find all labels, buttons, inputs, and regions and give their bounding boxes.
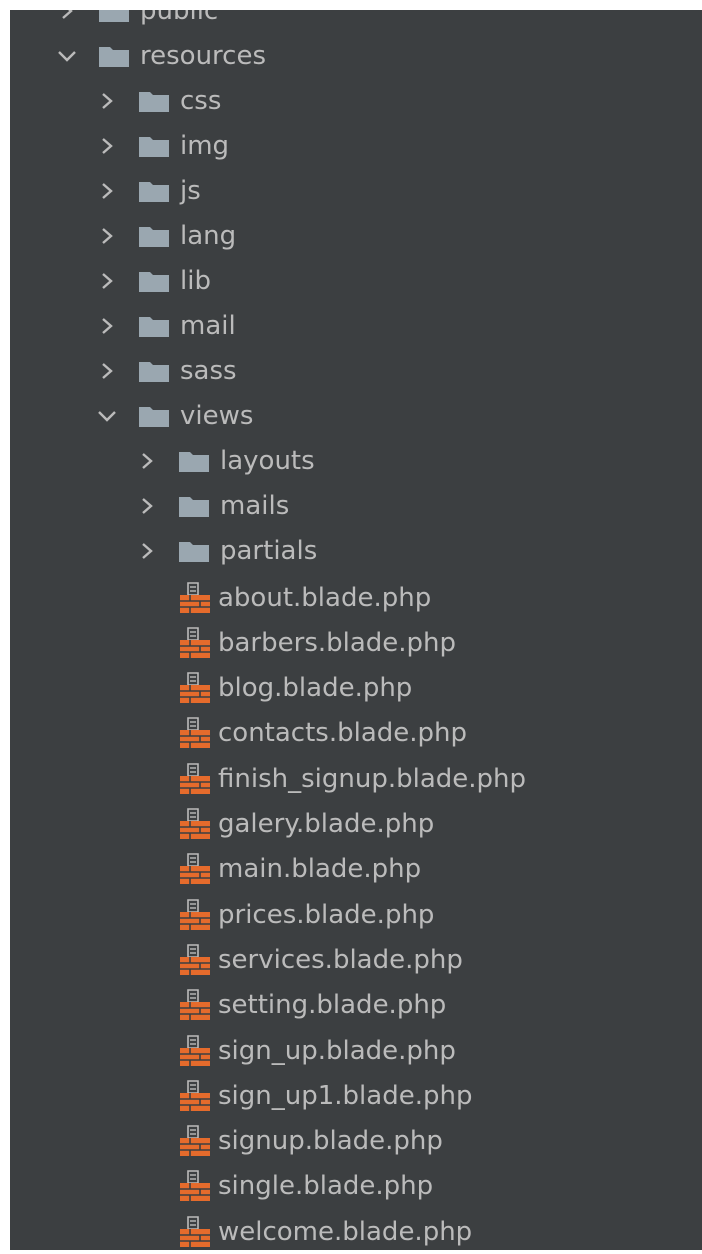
blade-file-icon: [178, 852, 212, 886]
folder-icon: [178, 494, 210, 518]
tree-item-label: layouts: [220, 445, 315, 476]
folder-icon: [178, 539, 210, 563]
tree-item-label: welcome.blade.php: [218, 1216, 473, 1247]
project-tree-panel: public resources css img js lang lib mai…: [10, 10, 702, 1250]
chevron-right-icon[interactable]: [96, 315, 118, 337]
tree-row-file[interactable]: signup.blade.php: [10, 1119, 702, 1164]
tree-item-label: main.blade.php: [218, 854, 422, 885]
folder-icon: [98, 44, 130, 68]
chevron-right-icon[interactable]: [96, 225, 118, 247]
tree-row-file[interactable]: single.blade.php: [10, 1164, 702, 1209]
tree-item-label: sign_up.blade.php: [218, 1035, 456, 1066]
folder-icon: [138, 404, 170, 428]
folder-icon: [138, 179, 170, 203]
folder-icon: [138, 89, 170, 113]
tree-item-label: blog.blade.php: [218, 673, 413, 704]
tree-item-label: about.blade.php: [218, 582, 432, 613]
tree-row-mails[interactable]: mails: [10, 483, 702, 528]
blade-file-icon: [178, 1124, 212, 1158]
chevron-right-icon[interactable]: [96, 90, 118, 112]
chevron-right-icon[interactable]: [136, 495, 158, 517]
blade-file-icon: [178, 581, 212, 615]
tree-item-label: sass: [180, 355, 237, 386]
tree-row-file[interactable]: sign_up1.blade.php: [10, 1073, 702, 1118]
tree-row-public[interactable]: public: [10, 10, 702, 33]
tree-item-label: mail: [180, 310, 236, 341]
blade-file-icon: [178, 716, 212, 750]
blade-file-icon: [178, 1034, 212, 1068]
tree-item-label: js: [180, 175, 201, 206]
tree-item-label: img: [180, 130, 230, 161]
blade-file-icon: [178, 988, 212, 1022]
tree-row-file[interactable]: galery.blade.php: [10, 802, 702, 847]
chevron-right-icon[interactable]: [96, 360, 118, 382]
chevron-right-icon[interactable]: [96, 180, 118, 202]
tree-row-file[interactable]: contacts.blade.php: [10, 711, 702, 756]
tree-item-label: galery.blade.php: [218, 809, 435, 839]
folder-icon: [98, 10, 130, 23]
blade-file-icon: [178, 1079, 212, 1113]
tree-row-file[interactable]: prices.blade.php: [10, 892, 702, 937]
chevron-right-icon[interactable]: [56, 10, 78, 22]
chevron-right-icon[interactable]: [96, 270, 118, 292]
tree-row-file[interactable]: blog.blade.php: [10, 666, 702, 711]
tree-item-label: single.blade.php: [218, 1171, 434, 1202]
tree-row-img[interactable]: img: [10, 123, 702, 168]
tree-row-layouts[interactable]: layouts: [10, 438, 702, 483]
tree-item-label: partials: [220, 535, 318, 566]
chevron-right-icon[interactable]: [136, 540, 158, 562]
tree-item-label: css: [180, 85, 222, 116]
tree-row-file[interactable]: main.blade.php: [10, 847, 702, 892]
tree-row-mail[interactable]: mail: [10, 303, 702, 348]
tree-item-label: lib: [180, 265, 211, 296]
blade-file-icon: [178, 1215, 212, 1249]
tree-row-lang[interactable]: lang: [10, 213, 702, 258]
tree-row-resources[interactable]: resources: [10, 33, 702, 78]
tree-item-label: resources: [140, 40, 267, 71]
tree-row-file[interactable]: sign_up.blade.php: [10, 1028, 702, 1073]
tree-row-file[interactable]: barbers.blade.php: [10, 620, 702, 665]
tree-row-js[interactable]: js: [10, 168, 702, 213]
tree-item-label: public: [140, 10, 219, 26]
tree-item-label: services.blade.php: [218, 944, 463, 975]
blade-file-icon: [178, 626, 212, 660]
chevron-down-icon[interactable]: [56, 45, 78, 67]
blade-file-icon: [178, 943, 212, 977]
tree-item-label: lang: [180, 220, 237, 251]
folder-icon: [138, 134, 170, 158]
folder-icon: [138, 359, 170, 383]
blade-file-icon: [178, 671, 212, 705]
blade-file-icon: [178, 762, 212, 796]
tree-row-lib[interactable]: lib: [10, 258, 702, 303]
blade-file-icon: [178, 807, 212, 841]
folder-icon: [178, 449, 210, 473]
tree-item-label: setting.blade.php: [218, 990, 447, 1021]
tree-item-label: signup.blade.php: [218, 1126, 443, 1157]
chevron-right-icon[interactable]: [96, 135, 118, 157]
tree-row-file[interactable]: setting.blade.php: [10, 983, 702, 1028]
folder-icon: [138, 314, 170, 338]
folder-icon: [138, 224, 170, 248]
tree-item-label: finish_signup.blade.php: [218, 763, 527, 794]
chevron-right-icon[interactable]: [136, 450, 158, 472]
tree-row-file[interactable]: welcome.blade.php: [10, 1209, 702, 1250]
tree-item-label: prices.blade.php: [218, 899, 435, 930]
tree-row-file[interactable]: finish_signup.blade.php: [10, 756, 702, 801]
blade-file-icon: [178, 1169, 212, 1203]
tree-item-label: contacts.blade.php: [218, 718, 468, 749]
folder-icon: [138, 269, 170, 293]
tree-row-views[interactable]: views: [10, 393, 702, 438]
blade-file-icon: [178, 898, 212, 932]
tree-row-css[interactable]: css: [10, 78, 702, 123]
tree-item-label: barbers.blade.php: [218, 627, 457, 658]
tree-item-label: mails: [220, 490, 290, 521]
chevron-down-icon[interactable]: [96, 405, 118, 427]
tree-item-label: views: [180, 400, 254, 431]
tree-row-partials[interactable]: partials: [10, 528, 702, 573]
tree-item-label: sign_up1.blade.php: [218, 1080, 473, 1111]
tree-row-file[interactable]: services.blade.php: [10, 937, 702, 982]
tree-row-sass[interactable]: sass: [10, 348, 702, 393]
tree-row-file[interactable]: about.blade.php: [10, 575, 702, 620]
